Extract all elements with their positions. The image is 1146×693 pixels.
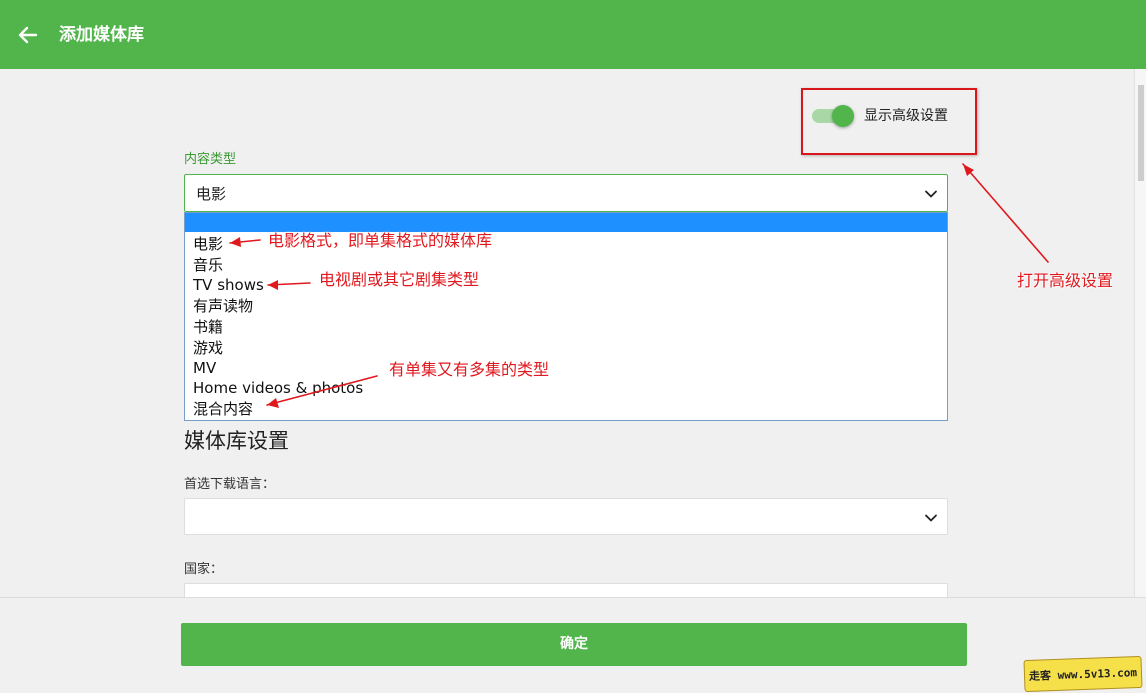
option-music-videos[interactable]: MV [193, 358, 216, 378]
annotation-mixed: 有单集又有多集的类型 [389, 360, 550, 379]
option-mixed[interactable]: 混合内容 [193, 399, 253, 419]
arrow-left-icon [18, 26, 38, 44]
watermark-logo: 走客 www.5v13.com [1023, 655, 1143, 693]
annotation-movie: 电影格式，即单集格式的媒体库 [268, 231, 493, 250]
library-settings-title: 媒体库设置 [184, 429, 289, 453]
content-type-selected-value: 电影 [196, 185, 227, 203]
chevron-down-icon [925, 514, 937, 522]
arrow-advanced [962, 163, 1049, 263]
page-title: 添加媒体库 [59, 25, 144, 45]
option-audiobooks[interactable]: 有声读物 [193, 296, 253, 316]
content-type-label: 内容类型 [184, 152, 237, 167]
watermark-text: 走客 www.5v13.com [1028, 666, 1138, 683]
confirm-button[interactable]: 确定 [181, 623, 967, 666]
content-type-select[interactable]: 电影 [184, 174, 948, 212]
back-button[interactable] [14, 21, 42, 49]
option-movies[interactable]: 电影 [193, 234, 223, 254]
chevron-down-icon [925, 190, 937, 198]
scrollbar[interactable] [1134, 69, 1146, 597]
arrowhead-advanced [963, 164, 974, 176]
option-tv-shows[interactable]: TV shows [193, 275, 264, 295]
option-music[interactable]: 音乐 [193, 255, 223, 275]
annotation-highlight-box [801, 88, 977, 155]
option-games[interactable]: 游戏 [193, 338, 223, 358]
annotation-advanced: 打开高级设置 [1017, 271, 1114, 290]
option-books[interactable]: 书籍 [193, 317, 223, 337]
scrollbar-thumb[interactable] [1138, 85, 1144, 181]
preferred-language-label: 首选下载语言： [184, 477, 276, 492]
preferred-language-select[interactable] [184, 498, 948, 535]
option-home-videos[interactable]: Home videos & photos [193, 378, 363, 398]
annotation-tv: 电视剧或其它剧集类型 [319, 270, 480, 289]
country-label: 国家： [184, 562, 224, 577]
app-header: 添加媒体库 [0, 0, 1146, 69]
